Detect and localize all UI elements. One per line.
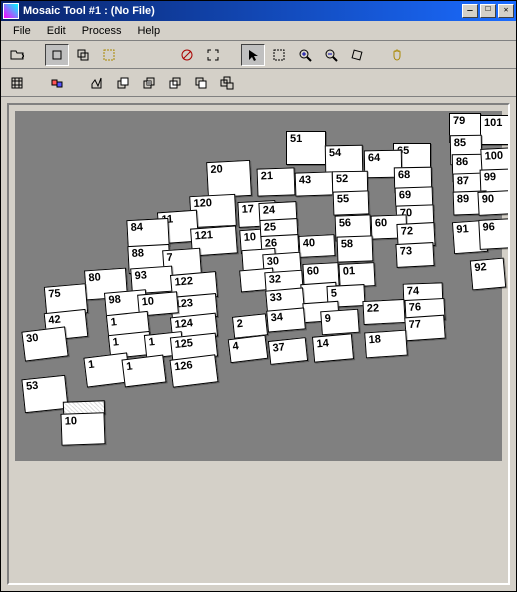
no-entry-icon[interactable] xyxy=(175,44,199,66)
tile[interactable]: 101 xyxy=(480,115,510,145)
layers-2-icon[interactable] xyxy=(137,72,161,94)
tile[interactable]: 20 xyxy=(206,160,252,198)
tile[interactable]: 73 xyxy=(395,242,434,268)
tile[interactable]: 43 xyxy=(295,171,334,196)
menu-file[interactable]: File xyxy=(5,23,39,39)
tile[interactable]: 54 xyxy=(325,145,363,174)
tile[interactable]: 14 xyxy=(312,333,354,362)
canvas-frame: 7910185518610054656468879920214352698990… xyxy=(1,97,516,591)
tile[interactable]: 1 xyxy=(121,355,166,388)
pointer-icon[interactable] xyxy=(241,44,265,66)
grid-icon[interactable] xyxy=(5,72,29,94)
layers-3-icon[interactable] xyxy=(163,72,187,94)
canvas[interactable]: 7910185518610054656468879920214352698990… xyxy=(7,103,510,585)
menu-edit[interactable]: Edit xyxy=(39,23,74,39)
toolbar-1 xyxy=(1,41,516,69)
open-icon[interactable] xyxy=(5,44,29,66)
tile[interactable]: 53 xyxy=(21,375,68,413)
single-box-icon[interactable] xyxy=(45,44,69,66)
tile[interactable]: 92 xyxy=(470,258,506,291)
layers-5-icon[interactable] xyxy=(215,72,239,94)
titlebar: Mosaic Tool #1 : (No File) xyxy=(1,1,516,21)
tile[interactable]: 4 xyxy=(228,335,269,363)
mosaic-area[interactable]: 7910185518610054656468879920214352698990… xyxy=(15,111,502,461)
window-title: Mosaic Tool #1 : (No File) xyxy=(23,5,460,17)
app-icon xyxy=(3,3,19,19)
tile[interactable]: 37 xyxy=(268,337,308,365)
rotate-icon[interactable] xyxy=(345,44,369,66)
tile[interactable]: 90 xyxy=(477,190,510,216)
app-window: Mosaic Tool #1 : (No File) File Edit Pro… xyxy=(0,0,517,592)
compose-icon[interactable] xyxy=(45,72,69,94)
dashed-box-icon[interactable] xyxy=(97,44,121,66)
menubar: File Edit Process Help xyxy=(1,21,516,41)
tile[interactable]: 9 xyxy=(320,309,360,336)
multi-box-icon[interactable] xyxy=(71,44,95,66)
tile[interactable]: 51 xyxy=(286,131,326,165)
layers-1-icon[interactable] xyxy=(111,72,135,94)
marquee-icon[interactable] xyxy=(267,44,291,66)
histogram-icon[interactable] xyxy=(85,72,109,94)
maximize-button[interactable] xyxy=(480,4,496,18)
hand-icon[interactable] xyxy=(385,44,409,66)
close-button[interactable] xyxy=(498,4,514,18)
tile[interactable]: 30 xyxy=(21,326,68,361)
layers-4-icon[interactable] xyxy=(189,72,213,94)
tile[interactable]: 77 xyxy=(404,315,446,342)
tile[interactable]: 58 xyxy=(337,235,374,262)
tile[interactable]: 126 xyxy=(169,354,218,387)
tile[interactable]: 18 xyxy=(364,330,408,359)
menu-process[interactable]: Process xyxy=(74,23,130,39)
tile[interactable]: 96 xyxy=(478,218,510,250)
zoom-in-icon[interactable] xyxy=(293,44,317,66)
tile[interactable]: 10 xyxy=(60,412,105,446)
tile[interactable]: 55 xyxy=(333,190,370,215)
fullscreen-icon[interactable] xyxy=(201,44,225,66)
zoom-out-icon[interactable] xyxy=(319,44,343,66)
tile[interactable]: 21 xyxy=(257,167,296,196)
minimize-button[interactable] xyxy=(462,4,478,18)
tile[interactable]: 40 xyxy=(298,234,335,258)
menu-help[interactable]: Help xyxy=(129,23,168,39)
tile[interactable]: 34 xyxy=(266,307,306,332)
tile[interactable]: 22 xyxy=(362,299,405,325)
toolbar-2 xyxy=(1,69,516,97)
